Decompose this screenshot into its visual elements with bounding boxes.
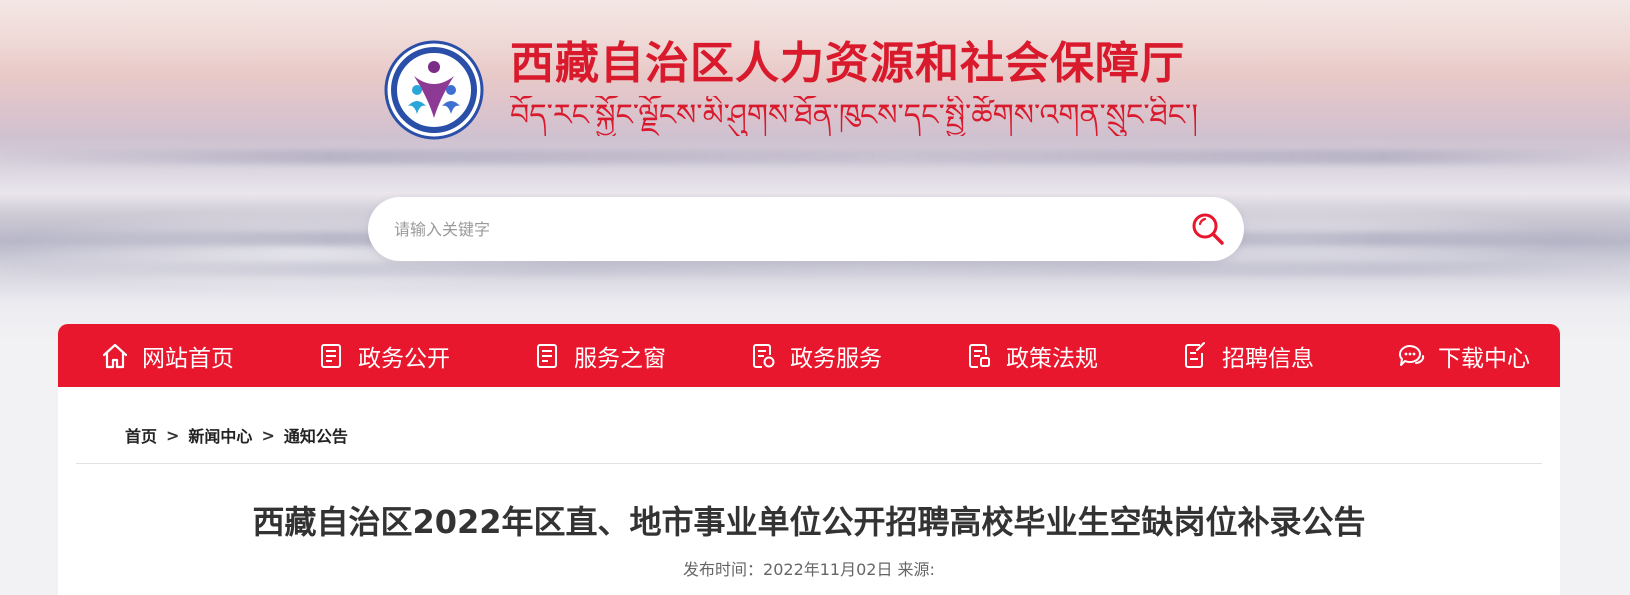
banner-cloud-band	[0, 150, 1630, 164]
article-title: 西藏自治区2022年区直、地市事业单位公开招聘高校毕业生空缺岗位补录公告	[252, 503, 1366, 541]
nav-item-label: 服务之窗	[574, 345, 666, 372]
nav-item-label: 下载中心	[1438, 345, 1530, 372]
breadcrumb-separator: >	[261, 425, 275, 445]
main-nav: 网站首页 政务公开 服务之窗 政务服务 政策法规 招聘信息 下载中心	[58, 324, 1560, 387]
chat-icon	[1399, 344, 1425, 366]
nav-item-label: 网站首页	[142, 345, 234, 372]
article-panel: 首页 > 新闻中心 > 通知公告 西藏自治区2022年区直、地市事业单位公开招聘…	[58, 387, 1560, 595]
nav-item-government-affairs[interactable]: 政务公开	[316, 324, 450, 387]
nav-item-government-services[interactable]: 政务服务	[748, 324, 882, 387]
nav-item-downloads[interactable]: 下载中心	[1396, 324, 1530, 387]
document-icon	[321, 343, 341, 368]
search-input[interactable]	[394, 197, 1154, 261]
search-icon[interactable]	[1190, 211, 1226, 247]
emblem-people-icon[interactable]	[384, 40, 484, 140]
nav-item-home[interactable]: 网站首页	[100, 324, 234, 387]
banner-cloud-band	[0, 262, 1630, 276]
nav-item-label: 政务服务	[790, 345, 882, 372]
breadcrumb-news-center[interactable]: 新闻中心	[188, 423, 252, 447]
article-meta: 发布时间：2022年11月02日 来源:	[683, 560, 935, 579]
policy-icon	[969, 343, 990, 368]
nav-item-service-window[interactable]: 服务之窗	[532, 324, 666, 387]
edit-icon	[1185, 341, 1205, 368]
service-icon	[753, 343, 775, 368]
divider	[76, 463, 1542, 464]
site-title-tibetan: བོད་རང་སྐྱོང་ལྗོངས་མི་ཤུགས་ཐོན་ཁུངས་དང་ས…	[510, 98, 1199, 133]
nav-item-recruitment[interactable]: 招聘信息	[1180, 324, 1314, 387]
nav-item-label: 政策法规	[1006, 345, 1098, 372]
breadcrumb-notices[interactable]: 通知公告	[284, 423, 348, 447]
search-bar	[368, 197, 1244, 261]
site-title: 西藏自治区人力资源和社会保障厅	[510, 38, 1185, 89]
breadcrumb-home[interactable]: 首页	[125, 423, 157, 447]
nav-item-label: 政务公开	[358, 345, 450, 372]
header-banner: 西藏自治区人力资源和社会保障厅 བོད་རང་སྐྱོང་ལྗོངས་མི་ཤུ…	[0, 0, 1630, 345]
document-icon	[537, 343, 557, 368]
breadcrumb-separator: >	[166, 425, 180, 445]
nav-item-policies[interactable]: 政策法规	[964, 324, 1098, 387]
nav-item-label: 招聘信息	[1222, 345, 1314, 372]
breadcrumb: 首页 > 新闻中心 > 通知公告	[125, 423, 348, 447]
home-icon	[102, 343, 128, 368]
